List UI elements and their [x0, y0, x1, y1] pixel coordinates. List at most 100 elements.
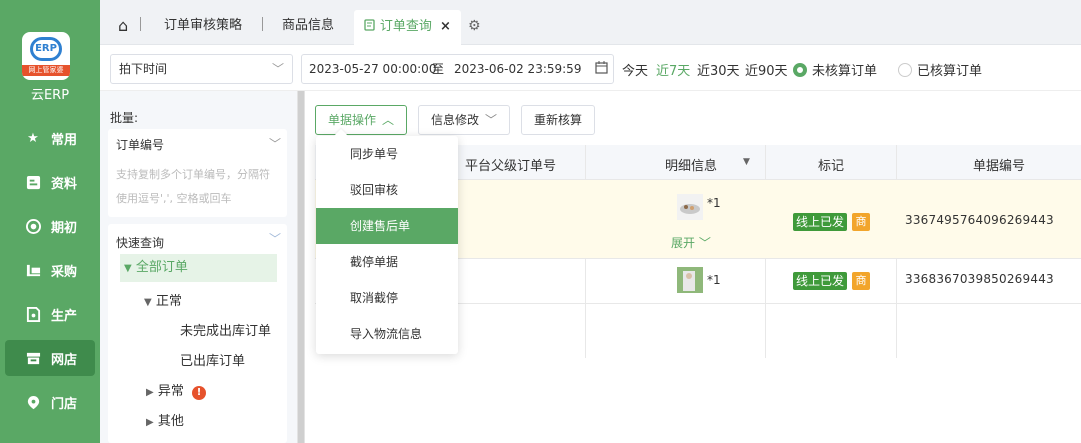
store-icon	[25, 350, 41, 366]
menu-item-sync-no[interactable]: 同步单号	[316, 136, 458, 172]
nav-item-common[interactable]: ★ 常用	[5, 120, 95, 156]
time-type-value: 拍下时间	[119, 62, 168, 76]
quick-today[interactable]: 今天	[622, 60, 648, 79]
nav-item-label: 资料	[51, 176, 78, 192]
panel-splitter[interactable]	[297, 91, 305, 443]
header-bill-no: 单据编号	[973, 159, 1026, 174]
left-navigation: ERP 网上管家婆 云ERP ★ 常用 资料 期初 采购 生产 网店 门店	[0, 0, 100, 443]
tab-order-review-policy[interactable]: 订单审核策略	[164, 10, 242, 45]
caret-down-icon: ▼	[124, 263, 132, 274]
nav-item-shop[interactable]: 门店	[5, 384, 95, 420]
quick-7days[interactable]: 近7天	[656, 60, 690, 79]
chevron-up-icon: ︿	[382, 113, 395, 127]
tree-item-shipped[interactable]: 已出库订单	[180, 350, 245, 369]
radio-label: 已核算订单	[917, 64, 983, 79]
product-thumbnail[interactable]	[677, 267, 703, 293]
tree-item-all-orders[interactable]: ▼ 全部订单	[120, 254, 277, 282]
tab-separator	[262, 17, 263, 31]
nav-item-production[interactable]: 生产	[5, 296, 95, 332]
nav-item-label: 网店	[51, 352, 78, 368]
item-qty: *1	[707, 196, 721, 210]
product-thumbnail[interactable]	[677, 194, 703, 220]
tab-product-info[interactable]: 商品信息	[282, 10, 334, 45]
batch-label: 批量:	[110, 111, 139, 125]
nav-item-opening[interactable]: 期初	[5, 208, 95, 244]
logo-ribbon: 网上管家婆	[22, 65, 70, 76]
date-start[interactable]: 2023-05-27 00:00:00	[309, 55, 436, 83]
tree-label: 异常	[157, 384, 184, 399]
menu-item-create-aftersale[interactable]: 创建售后单	[316, 208, 458, 244]
target-icon	[25, 218, 41, 234]
status-tag: 线上已发	[793, 213, 848, 231]
tab-separator	[140, 17, 141, 31]
menu-item-cancel-intercept[interactable]: 取消截停	[316, 280, 458, 316]
tree-label: 全部订单	[135, 260, 188, 275]
bill-number[interactable]: 3368367039850269443	[905, 272, 1054, 286]
date-range-picker[interactable]: 2023-05-27 00:00:00 至 2023-06-02 23:59:5…	[301, 54, 614, 84]
menu-item-intercept[interactable]: 截停单据	[316, 244, 458, 280]
tab-order-query[interactable]: 订单查询 ×	[354, 10, 461, 45]
nav-item-label: 门店	[51, 396, 78, 412]
tree-item-abnormal[interactable]: ▶ 异常 !	[146, 380, 206, 400]
nav-item-label: 生产	[51, 308, 78, 324]
date-separator: 至	[432, 62, 445, 76]
tree-item-normal[interactable]: ▼ 正常	[144, 290, 182, 309]
app-logo: ERP 网上管家婆	[22, 32, 70, 80]
nav-item-profile[interactable]: 资料	[5, 164, 95, 200]
expand-label: 展开	[671, 236, 696, 250]
chevron-down-icon[interactable]: ﹀	[269, 230, 281, 247]
radio-label: 未核算订单	[812, 64, 878, 79]
caret-down-icon[interactable]: ▼	[743, 157, 750, 167]
merchant-tag: 商	[852, 213, 870, 231]
bill-number[interactable]: 3367495764096269443	[905, 213, 1054, 227]
brand-name: 云ERP	[30, 88, 70, 103]
radio-unsettled[interactable]: 未核算订单	[793, 60, 877, 79]
caret-right-icon: ▶	[146, 417, 154, 428]
caret-down-icon: ▼	[144, 297, 152, 308]
button-label: 单据操作	[328, 113, 377, 127]
status-tag: 线上已发	[793, 272, 848, 290]
nav-item-purchase[interactable]: 采购	[5, 252, 95, 288]
close-icon[interactable]: ×	[440, 19, 451, 34]
nav-item-label: 期初	[51, 220, 78, 236]
star-icon: ★	[27, 130, 39, 146]
menu-item-reject-review[interactable]: 驳回审核	[316, 172, 458, 208]
radio-settled[interactable]: 已核算订单	[898, 60, 982, 79]
quick-90days[interactable]: 近90天	[745, 60, 788, 79]
tree-item-other[interactable]: ▶ 其他	[146, 410, 184, 429]
caret-right-icon: ▶	[146, 387, 154, 398]
order-no-select[interactable]: 订单编号	[116, 136, 164, 153]
item-qty: *1	[707, 273, 721, 287]
order-no-batch-box: 订单编号 ﹀ 支持复制多个订单编号，分隔符使用逗号',', 空格或回车	[108, 129, 287, 217]
menu-item-import-logistics[interactable]: 导入物流信息	[316, 316, 458, 352]
bill-ops-button[interactable]: 单据操作 ︿	[315, 105, 408, 135]
date-end[interactable]: 2023-06-02 23:59:59	[454, 55, 581, 83]
warning-icon: !	[192, 386, 206, 400]
purchase-icon	[25, 262, 41, 278]
chevron-down-icon: ﹀	[485, 113, 498, 127]
nav-item-store[interactable]: 网店	[5, 340, 95, 376]
tree-item-unfinished[interactable]: 未完成出库订单	[180, 320, 271, 339]
button-label: 信息修改	[431, 113, 480, 127]
home-icon[interactable]: ⌂	[118, 10, 128, 45]
chevron-down-icon: ﹀	[271, 62, 284, 76]
settings-icon[interactable]: ⚙	[468, 10, 481, 45]
expand-link[interactable]: 展开 ﹀	[671, 234, 711, 251]
calendar-icon[interactable]	[595, 56, 608, 84]
logo-erp-mark: ERP	[30, 37, 62, 61]
splitter-grip[interactable]	[298, 91, 304, 443]
doc-icon	[364, 19, 380, 33]
tab-label: 订单查询	[379, 19, 432, 34]
time-type-select[interactable]: 拍下时间 ﹀	[110, 54, 293, 84]
tree-label: 其他	[157, 414, 184, 429]
recalc-button[interactable]: 重新核算	[521, 105, 596, 135]
production-icon	[25, 306, 41, 322]
merchant-tag: 商	[852, 272, 870, 290]
info-edit-button[interactable]: 信息修改 ﹀	[418, 105, 511, 135]
chevron-down-icon[interactable]: ﹀	[269, 135, 281, 152]
nav-item-label: 常用	[51, 132, 78, 148]
quick-30days[interactable]: 近30天	[697, 60, 740, 79]
order-no-input[interactable]: 支持复制多个订单编号，分隔符使用逗号',', 空格或回车	[116, 163, 280, 211]
header-detail: 明细信息	[665, 159, 718, 174]
header-parent-order: 平台父级订单号	[465, 159, 557, 174]
